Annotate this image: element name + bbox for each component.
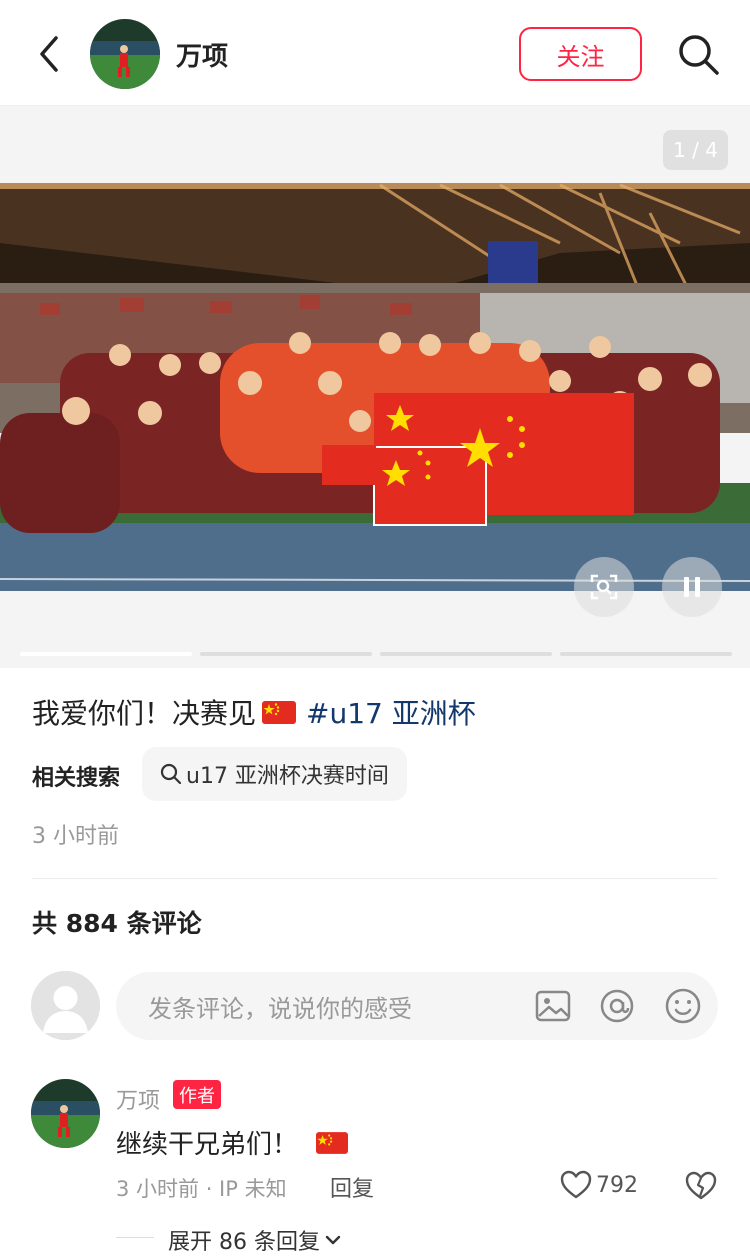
china-flag-icon — [316, 1131, 349, 1154]
related-search-label: 相关搜索 — [32, 766, 121, 791]
scan-icon — [590, 574, 618, 600]
dislike-button[interactable] — [684, 1170, 718, 1202]
comments-count: 共 884 条评论 — [32, 909, 202, 938]
media-carousel[interactable]: 1 / 4 — [0, 106, 750, 668]
like-count: 792 — [596, 1172, 638, 1198]
post-timestamp: 3 小时前 — [32, 824, 119, 849]
related-search-text: u17 亚洲杯决赛时间 — [186, 764, 389, 789]
comment-author-avatar[interactable] — [31, 1079, 100, 1148]
author-name[interactable]: 万项 — [176, 36, 228, 73]
author-badge: 作者 — [173, 1080, 221, 1109]
expand-divider — [116, 1237, 154, 1238]
progress-segment-1 — [20, 652, 192, 656]
comment-body: 继续干兄弟们！ — [116, 1130, 299, 1160]
mention-button[interactable] — [597, 986, 637, 1026]
default-avatar-icon — [31, 971, 100, 1040]
related-search-chip[interactable]: u17 亚洲杯决赛时间 — [142, 747, 407, 801]
top-bar: 万项 关注 — [0, 0, 750, 106]
author-avatar[interactable] — [90, 19, 160, 89]
comment-meta: 3 小时前 · IP 未知 — [116, 1177, 287, 1201]
heart-icon — [560, 1170, 592, 1199]
post-photo[interactable] — [0, 183, 750, 591]
image-search-button[interactable] — [574, 557, 634, 617]
back-button[interactable] — [30, 30, 70, 78]
expand-replies-button[interactable]: 展开 86 条回复 — [168, 1224, 342, 1256]
divider — [32, 878, 718, 879]
caption-text: 我爱你们！决赛见 — [32, 697, 257, 730]
reply-button[interactable]: 回复 — [330, 1171, 374, 1203]
follow-button[interactable]: 关注 — [519, 27, 642, 81]
at-icon — [600, 989, 634, 1023]
comment-author-name[interactable]: 万项 — [116, 1083, 160, 1115]
post-caption: 我爱你们！决赛见 #u17 亚洲杯 — [32, 692, 476, 732]
current-user-avatar[interactable] — [31, 971, 100, 1040]
chevron-left-icon — [40, 36, 58, 72]
image-picker-button[interactable] — [533, 986, 573, 1026]
progress-segment-3 — [380, 652, 552, 656]
search-icon — [679, 35, 719, 75]
page-indicator: 1 / 4 — [663, 130, 728, 170]
chevron-down-icon — [325, 1235, 341, 1245]
expand-replies-label: 展开 86 条回复 — [168, 1230, 320, 1255]
hashtag-link[interactable]: #u17 亚洲杯 — [306, 692, 476, 732]
comment-text: 继续干兄弟们！ — [116, 1124, 349, 1161]
pause-icon — [684, 577, 700, 597]
emoji-icon — [665, 988, 701, 1024]
image-icon — [535, 990, 571, 1022]
search-icon — [160, 763, 182, 785]
china-flag-icon — [262, 700, 297, 724]
progress-segment-2 — [200, 652, 372, 656]
progress-segment-4 — [560, 652, 732, 656]
broken-heart-icon — [685, 1171, 717, 1200]
like-button[interactable]: 792 — [560, 1170, 638, 1200]
pause-button[interactable] — [662, 557, 722, 617]
emoji-button[interactable] — [663, 986, 703, 1026]
search-button[interactable] — [676, 32, 722, 78]
